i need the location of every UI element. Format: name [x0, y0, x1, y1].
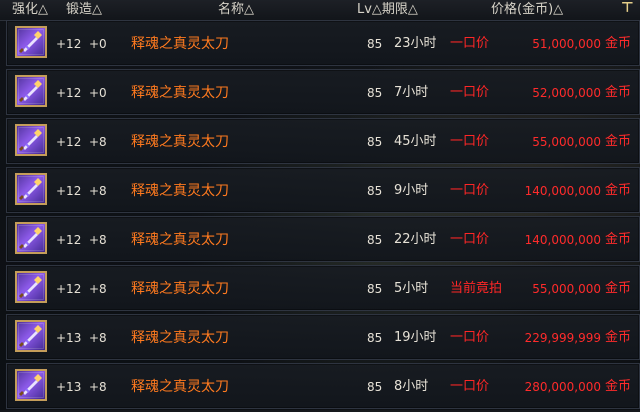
forge-value: +0: [89, 37, 107, 51]
currency-label: 金币: [605, 36, 632, 51]
level-value: 85: [367, 331, 383, 345]
level-value: 85: [367, 282, 383, 296]
period-value: 7小时: [394, 85, 429, 100]
period-value: 45小时: [394, 134, 437, 149]
price-value: 140,000,000: [524, 184, 601, 198]
period-value: 8小时: [394, 379, 429, 394]
forge-value: +8: [89, 380, 107, 394]
buy-type: 一口价: [450, 85, 490, 100]
level-period-sort-button[interactable]: Lv△期限△: [357, 1, 418, 19]
period-value: 22小时: [394, 232, 437, 247]
auction-row[interactable]: +12 +0 释魂之真灵太刀 85 7小时 一口价 52,000,000 金币: [6, 69, 640, 115]
price-value: 140,000,000: [524, 233, 601, 247]
sword-icon: [15, 173, 47, 205]
auction-row[interactable]: +12 +0 释魂之真灵太刀 85 23小时 一口价 51,000,000 金币: [6, 20, 640, 66]
forge-sort-button[interactable]: 锻造△: [66, 1, 102, 19]
item-name: 释魂之真灵太刀: [131, 232, 229, 248]
auction-row[interactable]: +12 +8 释魂之真灵太刀 85 45小时 一口价 55,000,000 金币: [6, 118, 640, 164]
currency-label: 金币: [605, 330, 632, 345]
enhance-value: +12: [56, 282, 82, 296]
period-value: 9小时: [394, 183, 429, 198]
sword-icon: [15, 222, 47, 254]
auction-list: 强化△ 锻造△ 名称△ Lv△期限△ 价格(金币)△ ⊤ +12 +0 释魂之真…: [0, 0, 640, 412]
level-value: 85: [367, 380, 383, 394]
currency-label: 金币: [605, 134, 632, 149]
currency-label: 金币: [605, 379, 632, 394]
buy-type: 一口价: [450, 36, 490, 51]
buy-type: 当前竟拍: [450, 281, 503, 296]
item-name: 释魂之真灵太刀: [131, 36, 229, 52]
enhance-sort-button[interactable]: 强化△: [12, 1, 48, 19]
currency-label: 金币: [605, 85, 632, 100]
currency-label: 金币: [605, 232, 632, 247]
price-value: 51,000,000: [532, 37, 601, 51]
item-name: 释魂之真灵太刀: [131, 85, 229, 101]
level-value: 85: [367, 135, 383, 149]
forge-value: +8: [89, 233, 107, 247]
period-value: 19小时: [394, 330, 437, 345]
enhance-value: +12: [56, 86, 82, 100]
price-sort-button[interactable]: 价格(金币)△: [491, 1, 563, 19]
auction-row[interactable]: +12 +8 释魂之真灵太刀 85 5小时 当前竟拍 55,000,000 金币: [6, 265, 640, 311]
level-value: 85: [367, 86, 383, 100]
forge-value: +8: [89, 282, 107, 296]
auction-row[interactable]: +13 +8 释魂之真灵太刀 85 19小时 一口价 229,999,999 金…: [6, 314, 640, 360]
price-value: 52,000,000: [532, 86, 601, 100]
column-header: 强化△ 锻造△ 名称△ Lv△期限△ 价格(金币)△ ⊤: [0, 0, 640, 21]
enhance-value: +12: [56, 135, 82, 149]
buy-type: 一口价: [450, 232, 490, 247]
period-value: 23小时: [394, 36, 437, 51]
sword-icon: [15, 271, 47, 303]
enhance-value: +12: [56, 37, 82, 51]
sword-icon: [15, 124, 47, 156]
name-sort-button[interactable]: 名称△: [218, 1, 254, 19]
buy-type: 一口价: [450, 379, 490, 394]
period-value: 5小时: [394, 281, 429, 296]
auction-row[interactable]: +13 +8 释魂之真灵太刀 85 8小时 一口价 280,000,000 金币: [6, 363, 640, 409]
currency-label: 金币: [605, 281, 632, 296]
buy-type: 一口价: [450, 134, 490, 149]
enhance-value: +12: [56, 233, 82, 247]
level-value: 85: [367, 37, 383, 51]
buy-type: 一口价: [450, 330, 490, 345]
price-value: 229,999,999: [524, 331, 601, 345]
price-value: 55,000,000: [532, 135, 601, 149]
item-name: 释魂之真灵太刀: [131, 330, 229, 346]
item-name: 释魂之真灵太刀: [131, 379, 229, 395]
auction-rows: +12 +0 释魂之真灵太刀 85 23小时 一口价 51,000,000 金币…: [0, 20, 640, 412]
forge-value: +8: [89, 184, 107, 198]
price-value: 280,000,000: [524, 380, 601, 394]
enhance-value: +13: [56, 331, 82, 345]
auction-row[interactable]: +12 +8 释魂之真灵太刀 85 9小时 一口价 140,000,000 金币: [6, 167, 640, 213]
sword-icon: [15, 369, 47, 401]
buy-type: 一口价: [450, 183, 490, 198]
sword-icon: [15, 320, 47, 352]
sword-icon: [15, 26, 47, 58]
price-value: 55,000,000: [532, 282, 601, 296]
item-name: 释魂之真灵太刀: [131, 281, 229, 297]
hammer-icon: ⊤: [621, 0, 634, 16]
level-value: 85: [367, 184, 383, 198]
level-value: 85: [367, 233, 383, 247]
item-name: 释魂之真灵太刀: [131, 183, 229, 199]
forge-value: +0: [89, 86, 107, 100]
forge-value: +8: [89, 331, 107, 345]
item-name: 释魂之真灵太刀: [131, 134, 229, 150]
forge-value: +8: [89, 135, 107, 149]
currency-label: 金币: [605, 183, 632, 198]
enhance-value: +13: [56, 380, 82, 394]
auction-row[interactable]: +12 +8 释魂之真灵太刀 85 22小时 一口价 140,000,000 金…: [6, 216, 640, 262]
sword-icon: [15, 75, 47, 107]
enhance-value: +12: [56, 184, 82, 198]
